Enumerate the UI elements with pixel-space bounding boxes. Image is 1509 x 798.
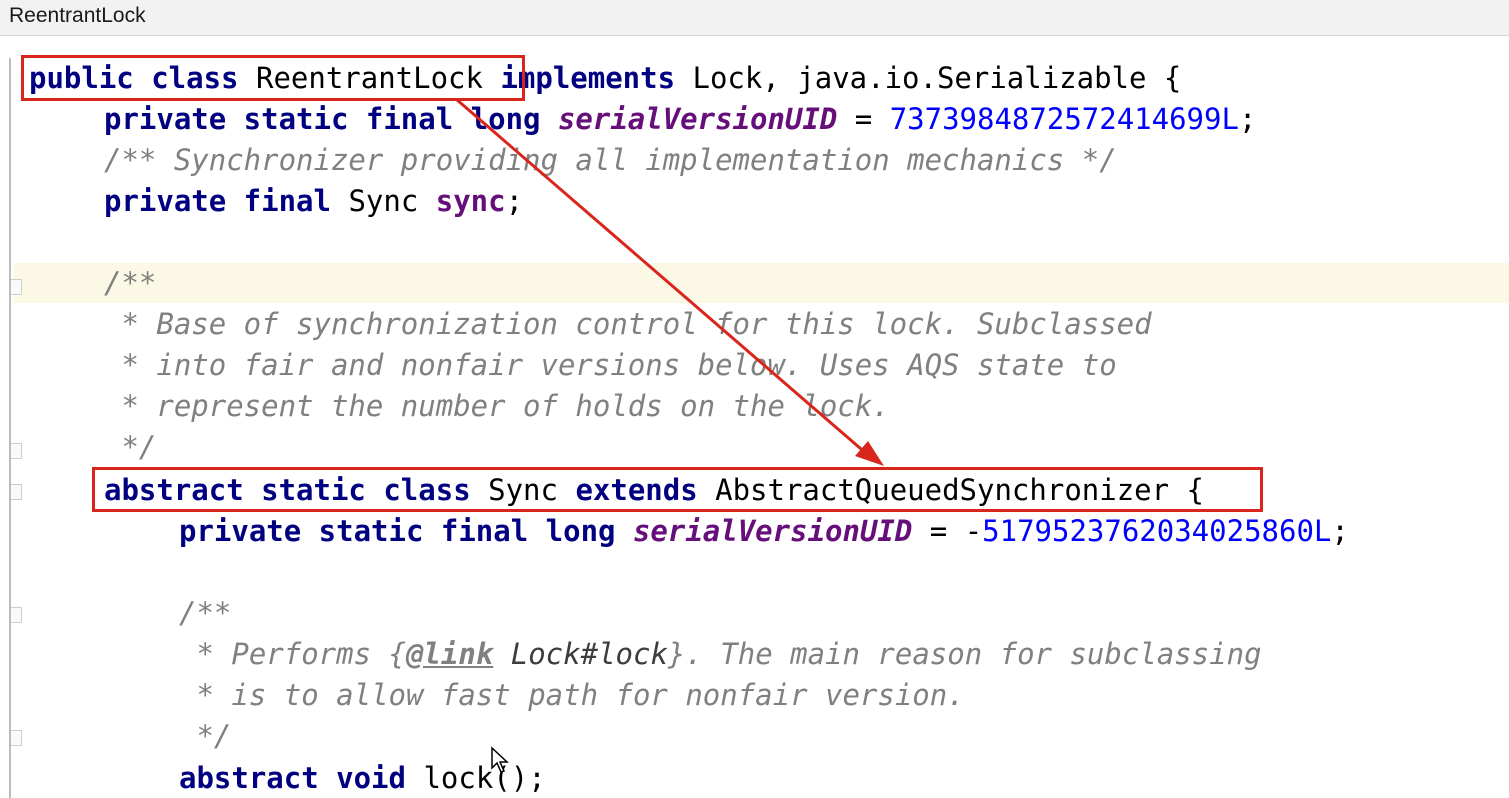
annotation-arrow (455, 97, 884, 466)
mouse-cursor-icon (491, 746, 509, 773)
